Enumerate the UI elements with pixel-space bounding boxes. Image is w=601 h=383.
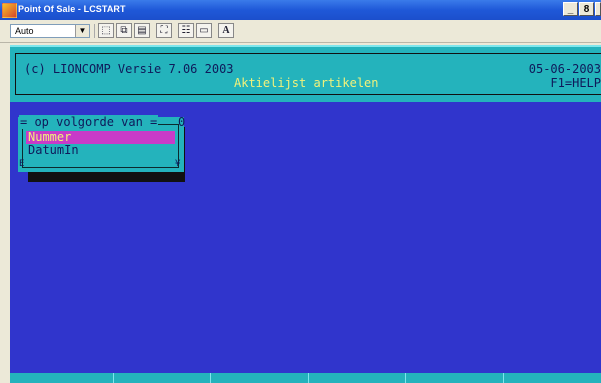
maximize-button[interactable]: 8 bbox=[579, 2, 594, 16]
close-button[interactable] bbox=[595, 2, 601, 16]
window-title-bar[interactable]: Point Of Sale - LCSTART _ 8 bbox=[0, 0, 601, 20]
window-title: Point Of Sale - LCSTART bbox=[18, 4, 126, 14]
copyright-text: (c) LIONCOMP Versie 7.06 2003 bbox=[24, 62, 234, 76]
font-size-select[interactable]: Auto ▼ bbox=[10, 24, 90, 38]
properties-icon[interactable]: ☷ bbox=[178, 23, 194, 38]
toolbar-separator bbox=[94, 24, 95, 38]
header-panel: (c) LIONCOMP Versie 7.06 2003 Aktielijst… bbox=[10, 45, 601, 102]
minimize-button[interactable]: _ bbox=[563, 2, 578, 16]
popup-corner-right: ¥ bbox=[175, 159, 181, 169]
popup-title-marker: 0 bbox=[178, 115, 186, 129]
status-divider bbox=[405, 373, 406, 383]
fullscreen-icon[interactable]: ⛶ bbox=[156, 23, 172, 38]
popup-title: = op volgorde van = bbox=[19, 115, 159, 129]
copy-icon[interactable]: ⧉ bbox=[116, 23, 132, 38]
status-divider bbox=[308, 373, 309, 383]
date-text: 05-06-2003 bbox=[528, 62, 601, 76]
status-divider bbox=[113, 373, 114, 383]
chevron-down-icon[interactable]: ▼ bbox=[75, 25, 89, 37]
paste-icon[interactable]: ▤ bbox=[134, 23, 150, 38]
popup-corner-left: E bbox=[19, 159, 25, 169]
status-bar bbox=[10, 373, 601, 383]
mark-icon[interactable]: ⬚ bbox=[98, 23, 114, 38]
app-icon bbox=[2, 3, 17, 18]
sort-order-popup: = op volgorde van = 0 Nummer DatumIn E ¥ bbox=[18, 115, 186, 172]
status-divider bbox=[210, 373, 211, 383]
header-frame: (c) LIONCOMP Versie 7.06 2003 Aktielijst… bbox=[15, 53, 601, 95]
screen-subtitle: Aktielijst artikelen bbox=[234, 76, 379, 90]
console-area[interactable]: (c) LIONCOMP Versie 7.06 2003 Aktielijst… bbox=[10, 45, 601, 383]
help-hint: F1=HELP bbox=[550, 76, 601, 90]
status-divider bbox=[503, 373, 504, 383]
font-button[interactable]: A bbox=[218, 23, 234, 38]
list-item-datumin[interactable]: DatumIn bbox=[26, 144, 175, 157]
toolbar: Auto ▼ ⬚ ⧉ ▤ ⛶ ☷ ▭ A bbox=[0, 20, 601, 43]
font-size-value: Auto bbox=[15, 26, 34, 36]
background-icon[interactable]: ▭ bbox=[196, 23, 212, 38]
